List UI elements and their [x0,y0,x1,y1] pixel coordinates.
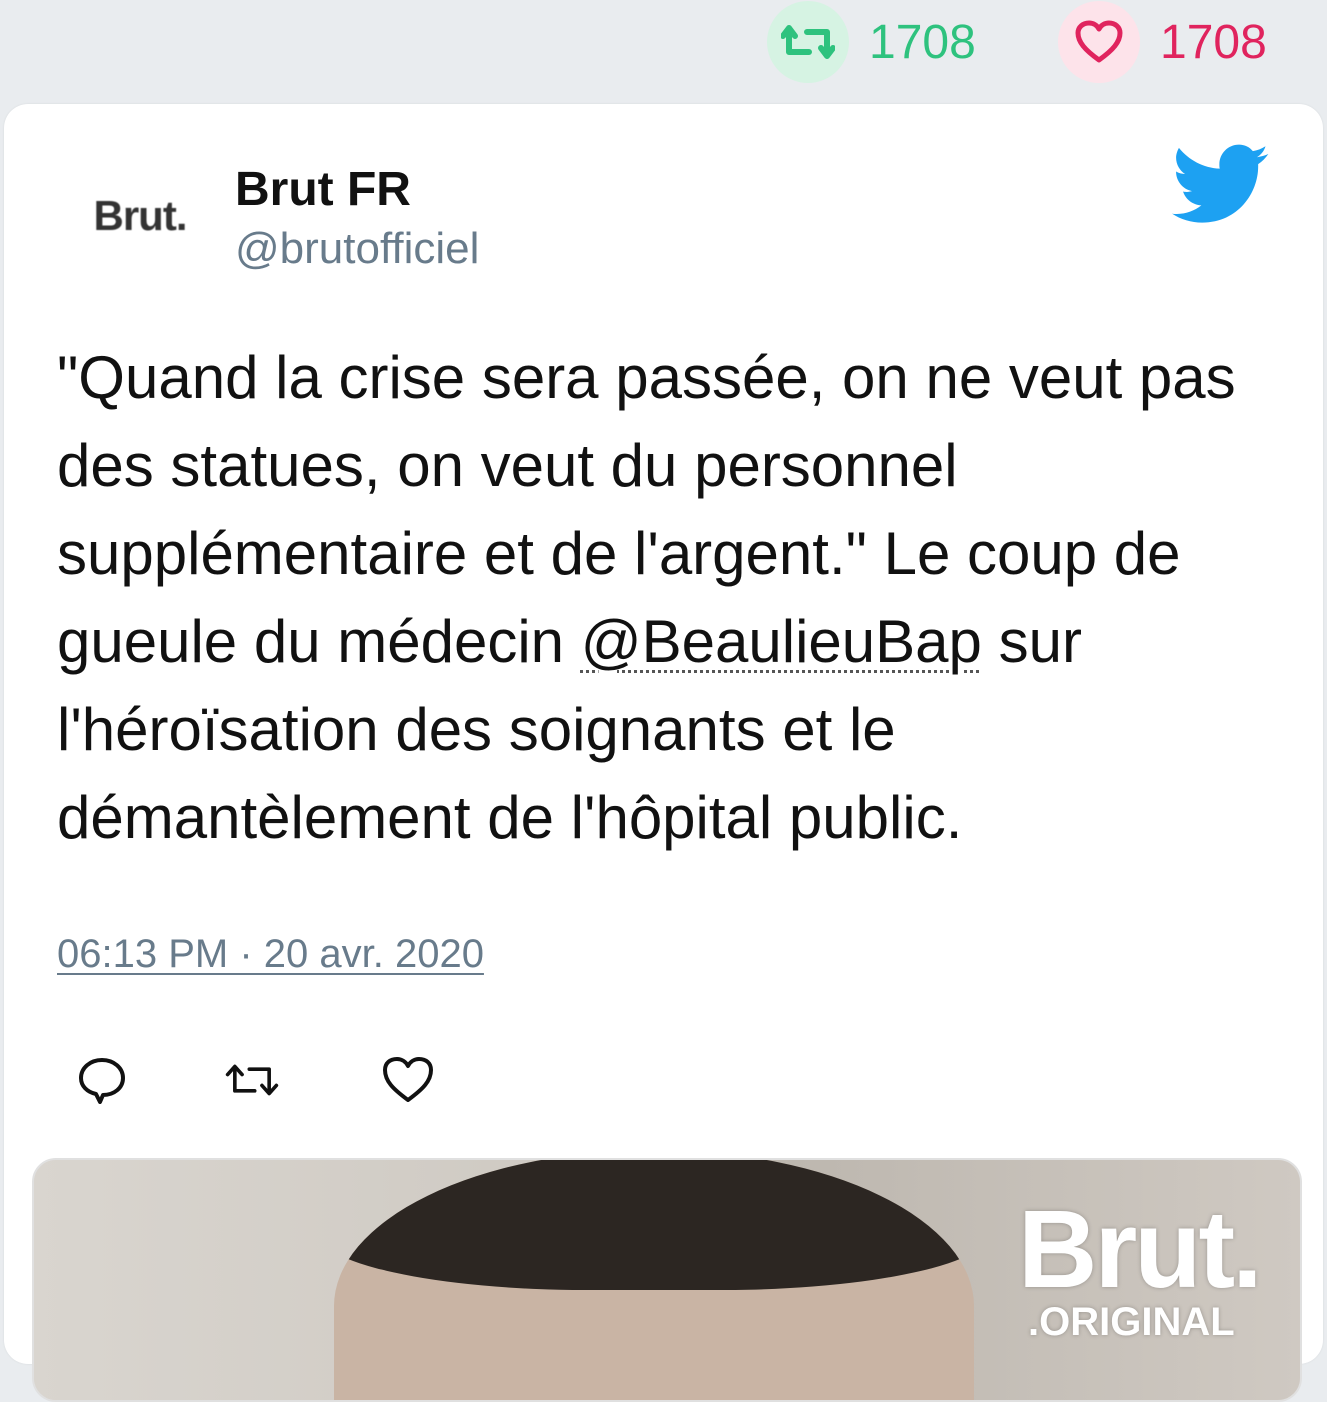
reply-button[interactable] [74,1052,130,1108]
retweet-count: 1708 [869,15,976,69]
avatar[interactable]: Brut. [70,160,210,272]
person-image [334,1160,974,1400]
like-button[interactable] [380,1052,436,1108]
person-hair [334,1160,974,1290]
retweet-icon [225,1064,279,1096]
tweet-actions [74,1052,474,1108]
like-stat[interactable]: 1708 [1058,1,1267,83]
avatar-logo-text: Brut. [93,192,188,239]
tweet-timestamp[interactable]: 06:13 PM · 20 avr. 2020 [57,932,484,977]
engagement-bar: 1708 1708 [0,0,1327,104]
twitter-bird-icon[interactable] [1172,144,1270,226]
retweet-stat[interactable]: 1708 [767,1,976,83]
like-icon [383,1057,433,1102]
mention-link[interactable]: @BeaulieuBap [581,608,982,675]
tweet-card: Brut. Brut FR @brutofficiel "Quand la cr… [4,104,1323,1402]
tweet-text: "Quand la crise sera passée, on ne veut … [57,334,1277,862]
retweet-icon[interactable] [767,1,849,83]
brut-original-logo: Brut. .ORIGINAL [1018,1188,1263,1345]
like-count: 1708 [1160,15,1267,69]
heart-icon[interactable] [1058,1,1140,83]
video-thumbnail[interactable]: Brut. .ORIGINAL [32,1158,1302,1402]
logo-main-text: Brut. [1018,1188,1263,1311]
retweet-button[interactable] [224,1052,280,1108]
author-name[interactable]: Brut FR [235,162,411,217]
logo-sub-text: .ORIGINAL [1028,1300,1235,1344]
reply-icon [79,1058,125,1104]
author-handle[interactable]: @brutofficiel [235,224,479,274]
